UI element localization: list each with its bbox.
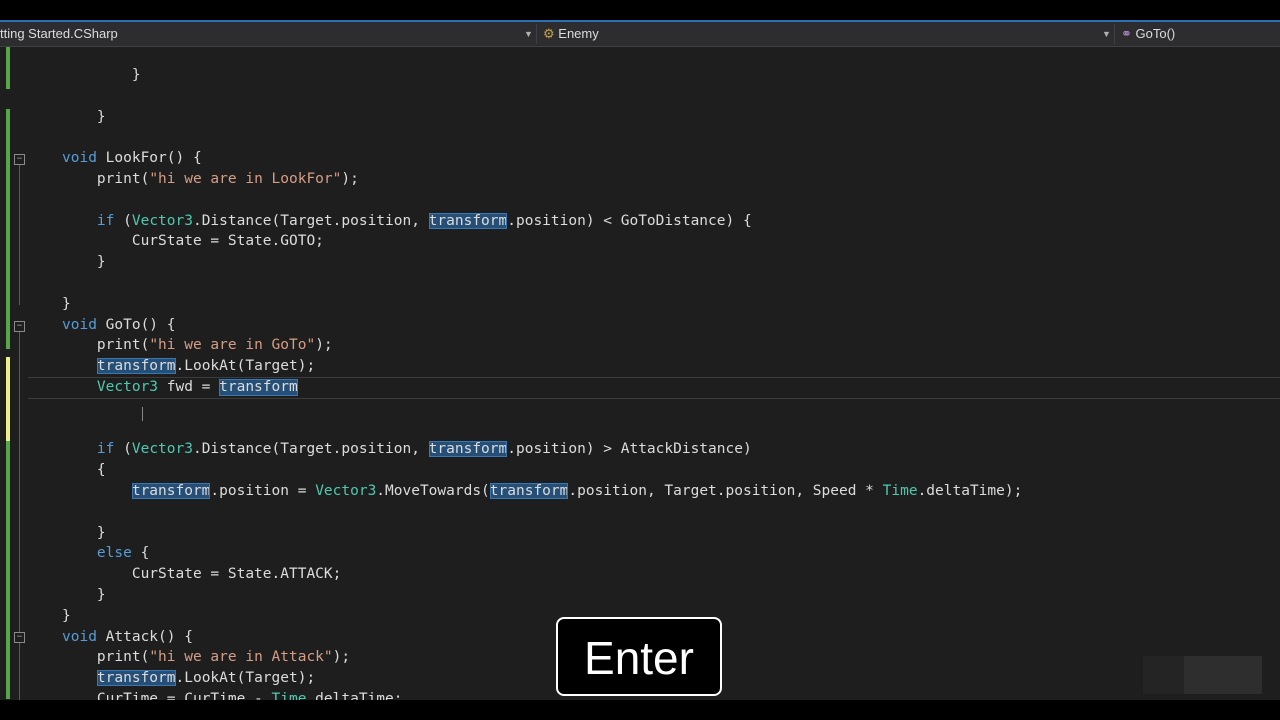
- code-line: }: [96, 108, 106, 125]
- code-line: }: [131, 67, 141, 83]
- code-line: }: [96, 524, 106, 541]
- reference-highlight: transform: [489, 482, 569, 499]
- code-line: transform.position = Vector3.MoveTowards…: [131, 482, 1023, 499]
- collapse-icon[interactable]: −: [14, 154, 25, 165]
- collapse-icon[interactable]: −: [14, 632, 25, 643]
- code-line: void LookFor() {: [62, 150, 202, 167]
- code-line: print("hi we are in Attack");: [96, 649, 351, 666]
- fold-guide: [19, 332, 20, 632]
- code-line: }: [96, 586, 106, 603]
- reference-highlight: transform: [428, 441, 508, 458]
- change-indicator: [6, 357, 10, 441]
- code-line: transform.LookAt(Target);: [96, 358, 316, 375]
- navigation-bar: tting Started.CSharp ▼ ⚙ Enemy ▼ ⚭ GoTo(…: [0, 22, 1280, 47]
- code-line: if (Vector3.Distance(Target.position, tr…: [96, 212, 752, 229]
- class-dropdown[interactable]: ⚙ Enemy: [543, 22, 599, 46]
- code-line: if (Vector3.Distance(Target.position, tr…: [96, 441, 752, 458]
- letterbox-bottom: [0, 700, 1280, 720]
- chevron-down-icon[interactable]: ▼: [1102, 22, 1111, 46]
- chevron-down-icon[interactable]: ▼: [524, 22, 533, 46]
- code-line: transform.LookAt(Target);: [96, 670, 316, 687]
- code-line: }: [62, 295, 71, 312]
- code-line: }: [96, 254, 106, 271]
- video-watermark-block: [1184, 656, 1262, 694]
- code-line: else {: [96, 545, 150, 562]
- change-indicator: [6, 47, 10, 89]
- reference-highlight: transform: [219, 378, 298, 396]
- reference-highlight: transform: [96, 358, 176, 375]
- member-dropdown[interactable]: ⚭ GoTo(): [1121, 22, 1175, 46]
- code-line: {: [96, 462, 106, 479]
- code-lines: } } void LookFor() { print("hi we are in…: [28, 65, 1022, 701]
- code-line: }: [62, 607, 71, 624]
- code-line: void Attack() {: [62, 628, 193, 645]
- code-editor[interactable]: − − − } } void LookFor() { print("hi we …: [0, 47, 1280, 703]
- method-icon: ⚭: [1121, 26, 1132, 41]
- collapse-icon[interactable]: −: [14, 321, 25, 332]
- code-line: print("hi we are in LookFor");: [96, 170, 359, 187]
- fold-guide: [19, 165, 20, 305]
- video-watermark-block: [1143, 656, 1185, 694]
- class-label: Enemy: [558, 26, 599, 41]
- letterbox-top: [0, 0, 1280, 20]
- code-line: print("hi we are in GoTo");: [96, 337, 333, 354]
- mouse-ibeam-cursor: [142, 407, 143, 421]
- nav-divider: [1114, 24, 1115, 44]
- project-dropdown[interactable]: tting Started.CSharp: [0, 22, 118, 46]
- keystroke-overlay: Enter: [556, 617, 722, 696]
- code-line: void GoTo() {: [62, 316, 176, 333]
- fold-guide: [19, 643, 20, 703]
- change-indicator: [6, 441, 10, 699]
- member-label: GoTo(): [1135, 26, 1176, 41]
- code-line: CurState = State.GOTO;: [131, 233, 324, 250]
- class-icon: ⚙: [543, 26, 555, 41]
- reference-highlight: transform: [428, 212, 508, 229]
- nav-divider: [536, 24, 537, 44]
- code-line-current: Vector3 fwd = transform: [96, 378, 298, 396]
- reference-highlight: transform: [131, 482, 211, 499]
- change-indicator: [6, 109, 10, 349]
- code-line: CurState = State.ATTACK;: [131, 566, 342, 583]
- reference-highlight: transform: [96, 670, 176, 687]
